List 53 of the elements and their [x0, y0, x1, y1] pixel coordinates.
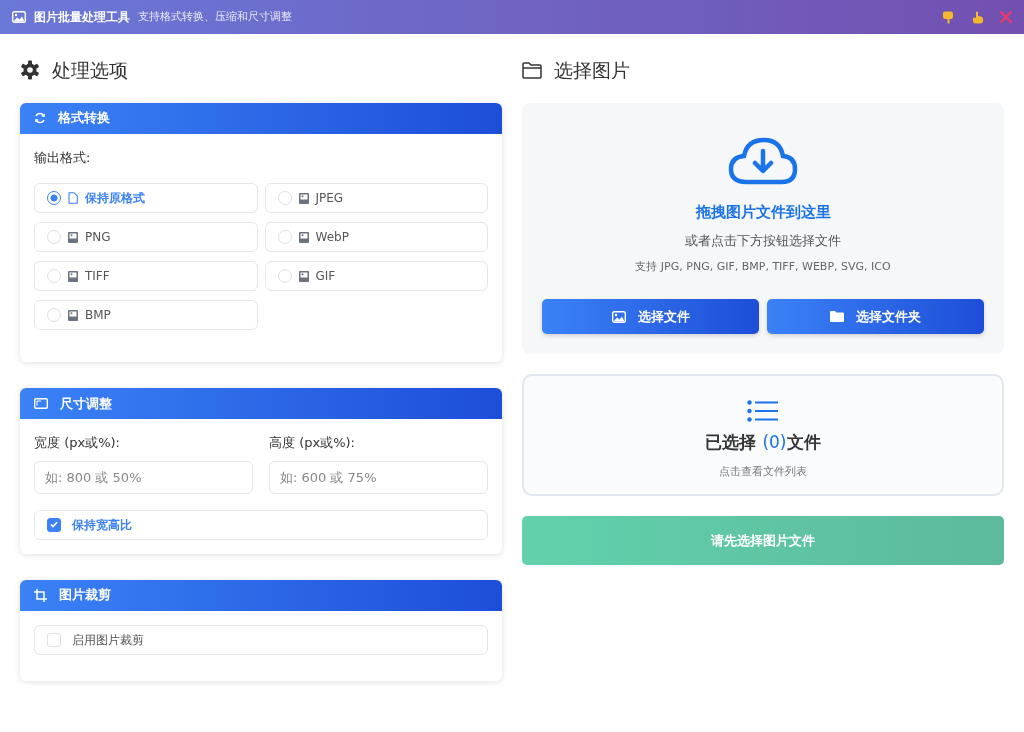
selected-label: 已选择	[705, 432, 757, 452]
select-file-button[interactable]: 选择文件	[542, 299, 759, 334]
refresh-icon	[34, 112, 46, 124]
image-icon	[298, 270, 309, 282]
cloud-download-icon	[728, 136, 798, 185]
format-option[interactable]: TIFF	[34, 261, 258, 291]
format-option[interactable]: WebP	[264, 222, 488, 252]
folder-icon	[522, 61, 542, 79]
picture-icon	[611, 310, 626, 323]
section-heading: 选择图片	[554, 58, 630, 83]
hand-pointer-icon[interactable]	[971, 10, 984, 24]
format-option[interactable]: GIF	[264, 261, 488, 291]
format-option[interactable]: JPEG	[264, 183, 488, 213]
panel-title: 尺寸调整	[60, 394, 112, 413]
view-list-hint: 点击查看文件列表	[718, 463, 808, 480]
format-option[interactable]: 保持原格式	[34, 183, 258, 213]
folder-icon	[830, 311, 844, 322]
selected-files-card[interactable]: 已选择 (0)文件 点击查看文件列表	[522, 374, 1004, 496]
frame-icon	[34, 398, 48, 409]
input-field[interactable]: 如: 800 或 50%	[34, 460, 253, 494]
image-icon	[298, 231, 309, 243]
crop-icon	[34, 588, 47, 602]
drop-hint: 或者点击下方按钮选择文件	[684, 232, 842, 250]
image-icon	[298, 192, 309, 204]
checkbox[interactable]	[47, 517, 61, 532]
input-field[interactable]: 如: 600 或 75%	[269, 460, 488, 494]
list-icon	[747, 400, 779, 422]
select-folder-button[interactable]: 选择文件夹	[767, 299, 984, 334]
checkbox-option[interactable]: 保持宽高比	[34, 509, 488, 540]
window-title: 图片批量处理工具	[34, 9, 130, 26]
gear-icon	[20, 60, 40, 81]
format-option[interactable]: PNG	[34, 222, 258, 252]
window-subtitle: 支持格式转换、压缩和尺寸调整	[138, 8, 292, 25]
panel-title: 图片裁剪	[59, 586, 111, 605]
panel-title: 格式转换	[58, 109, 110, 128]
picture-icon	[12, 11, 26, 23]
image-icon	[68, 231, 78, 243]
field-label: 高度 (px或%):	[269, 434, 356, 452]
radio-button[interactable]	[47, 191, 61, 205]
image-icon	[68, 270, 78, 282]
field-label: 宽度 (px或%):	[34, 434, 121, 452]
selected-label-suffix: 文件	[786, 432, 821, 452]
image-icon	[68, 309, 78, 321]
close-icon[interactable]	[1000, 11, 1012, 23]
section-heading: 处理选项	[52, 58, 128, 83]
supported-formats: 支持 JPG, PNG, GIF, BMP, TIFF, WEBP, SVG, ICO	[634, 258, 892, 275]
format-option[interactable]: BMP	[34, 300, 258, 330]
document-icon	[68, 192, 78, 204]
drop-zone[interactable]: 拖拽图片文件到这里 或者点击下方按钮选择文件 支持 JPG, PNG, GIF, BMP, TIFF, WEBP, SVG, ICO 选择文件 选择文件夹	[522, 102, 1004, 354]
checkbox-option[interactable]: 启用图片裁剪	[34, 624, 488, 655]
selected-count: (0)	[762, 432, 787, 452]
field-label: 输出格式:	[34, 148, 92, 167]
drop-title: 拖拽图片文件到这里	[694, 201, 832, 223]
